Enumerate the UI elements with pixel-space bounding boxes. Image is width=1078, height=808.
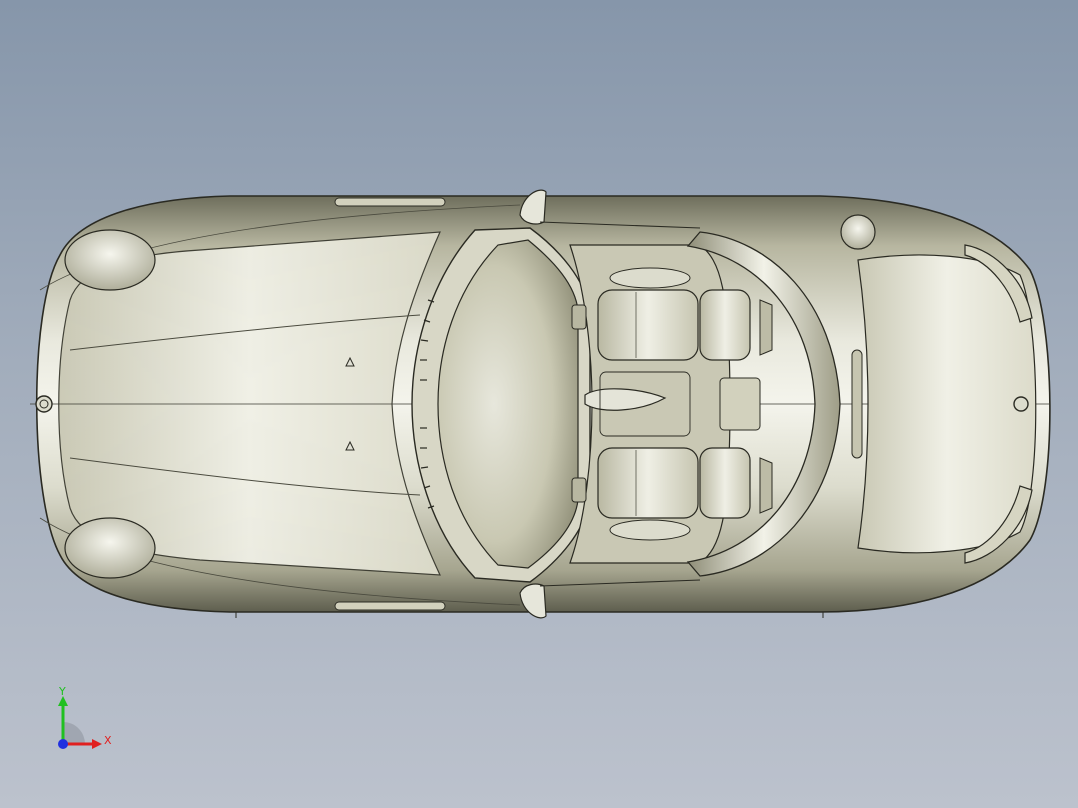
front-badge <box>35 395 53 413</box>
seat-left-cushion <box>597 289 699 361</box>
fuel-cap <box>840 214 876 250</box>
seat-right-back <box>699 447 751 519</box>
front-right-lamp <box>64 517 156 579</box>
front-left-lamp <box>64 229 156 291</box>
seat-left-back <box>699 289 751 361</box>
seat-right-cushion <box>597 447 699 519</box>
x-axis-label: X <box>104 734 112 747</box>
y-axis-label: Y <box>58 685 66 698</box>
car-model-top-view[interactable] <box>0 0 1078 808</box>
z-axis-dot <box>58 739 68 749</box>
cad-viewport[interactable]: Y X <box>0 0 1078 808</box>
coordinate-triad: Y X <box>58 685 112 749</box>
trunk-lid <box>857 254 1037 554</box>
rear-badge <box>1013 396 1029 412</box>
